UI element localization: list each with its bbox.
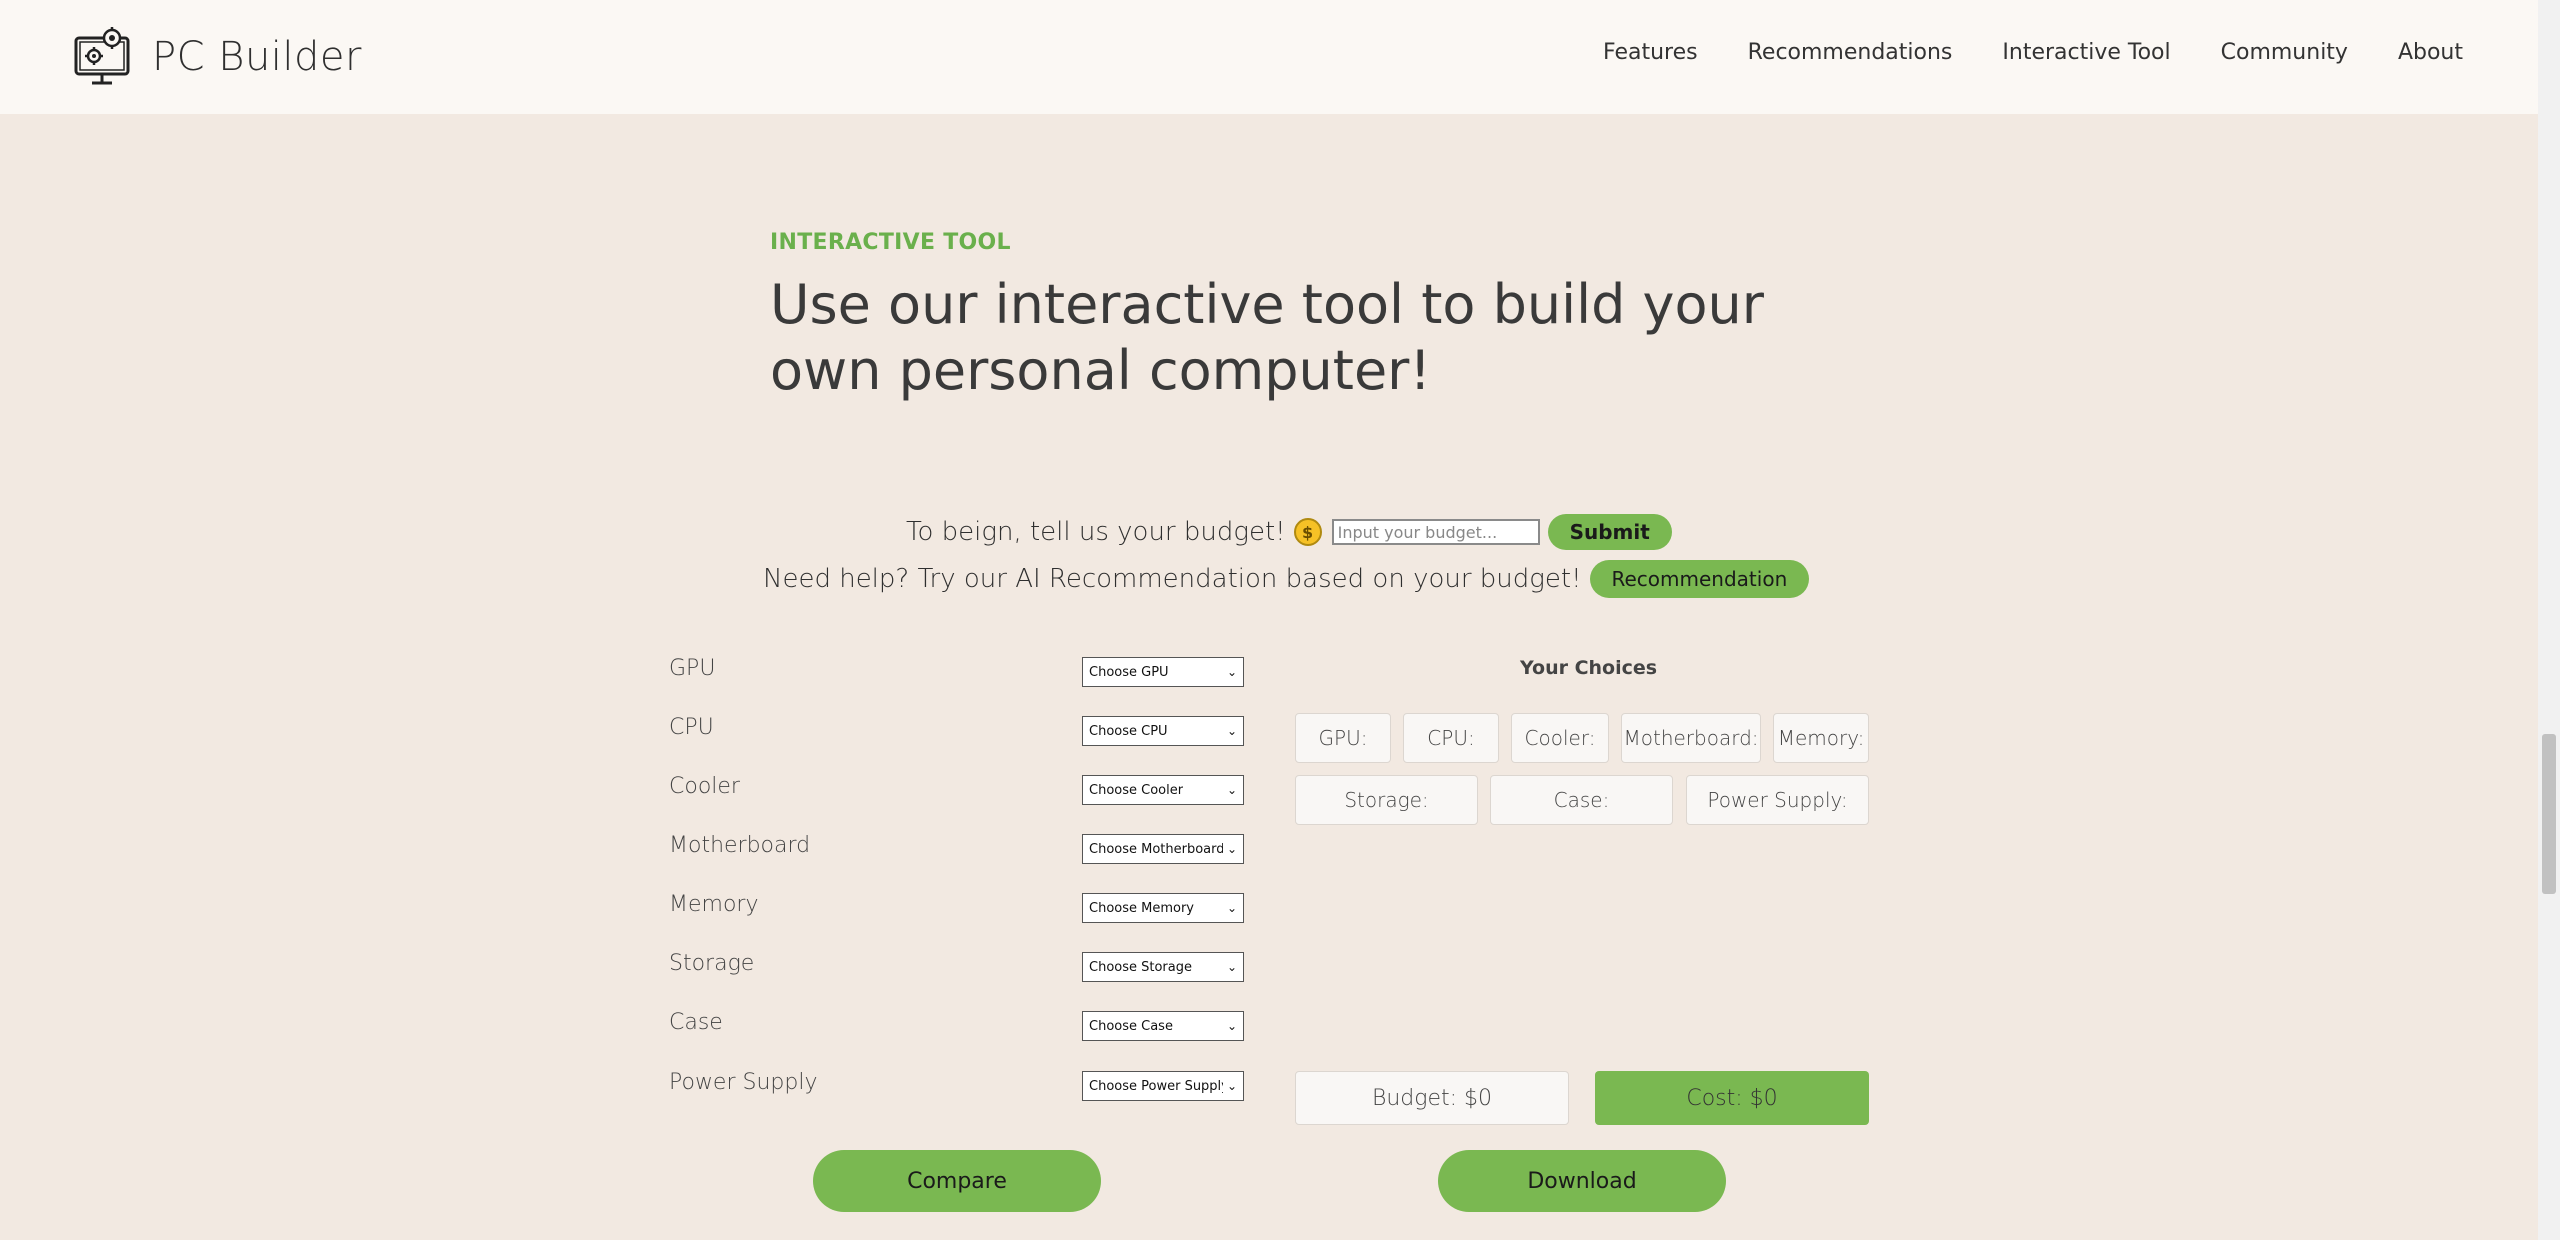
chevron-down-icon: ⌄ (1226, 1019, 1237, 1033)
download-button[interactable]: Download (1438, 1150, 1726, 1212)
gpu-select-value: Choose GPU (1089, 664, 1169, 680)
budget-prompt: To beign, tell us your budget! (906, 517, 1286, 547)
budget-total: Budget: $0 (1295, 1071, 1569, 1125)
section-heading: Use our interactive tool to build your o… (770, 273, 1764, 402)
section-eyebrow: INTERACTIVE TOOL (770, 230, 1011, 255)
component-label-gpu: GPU (669, 656, 716, 681)
nav-links: Features Recommendations Interactive Too… (1553, 40, 2463, 65)
choice-memory: Memory: (1773, 713, 1869, 763)
submit-button[interactable]: Submit (1547, 514, 1672, 550)
memory-select-value: Choose Memory (1089, 900, 1194, 916)
navbar: PC Builder Features Recommendations Inte… (0, 0, 2538, 114)
chevron-down-icon: ⌄ (1226, 960, 1237, 974)
chevron-down-icon: ⌄ (1226, 783, 1237, 797)
cpu-select[interactable]: Choose CPU ⌄ (1082, 716, 1244, 746)
case-select[interactable]: Choose Case ⌄ (1082, 1011, 1244, 1041)
component-label-cooler: Cooler (669, 774, 740, 799)
chevron-down-icon: ⌄ (1226, 665, 1237, 679)
component-label-power-supply: Power Supply (669, 1070, 818, 1095)
nav-link-interactive-tool[interactable]: Interactive Tool (2002, 40, 2170, 65)
choice-cpu: CPU: (1403, 713, 1499, 763)
choice-cooler: Cooler: (1511, 713, 1609, 763)
chevron-down-icon: ⌄ (1226, 901, 1237, 915)
brand[interactable]: PC Builder (72, 26, 362, 88)
help-row: Need help? Try our AI Recommendation bas… (763, 558, 1810, 600)
budget-row: To beign, tell us your budget! $ Submit (906, 512, 1672, 552)
choice-gpu: GPU: (1295, 713, 1391, 763)
choice-motherboard: Motherboard: (1621, 713, 1761, 763)
nav-link-features[interactable]: Features (1603, 40, 1698, 65)
scrollbar-track[interactable] (2538, 0, 2560, 1240)
nav-link-about[interactable]: About (2398, 40, 2463, 65)
component-label-storage: Storage (669, 951, 755, 976)
brand-name: PC Builder (152, 34, 362, 80)
component-label-cpu: CPU (669, 715, 714, 740)
nav-link-community[interactable]: Community (2221, 40, 2348, 65)
compare-button[interactable]: Compare (813, 1150, 1101, 1212)
choice-power-supply: Power Supply: (1686, 775, 1869, 825)
help-prompt: Need help? Try our AI Recommendation bas… (763, 564, 1582, 594)
chevron-down-icon: ⌄ (1226, 842, 1237, 856)
power-supply-select-value: Choose Power Supply (1089, 1078, 1223, 1094)
chevron-down-icon: ⌄ (1226, 724, 1237, 738)
storage-select[interactable]: Choose Storage ⌄ (1082, 952, 1244, 982)
scrollbar-thumb[interactable] (2542, 734, 2556, 894)
choice-storage: Storage: (1295, 775, 1478, 825)
case-select-value: Choose Case (1089, 1018, 1173, 1034)
money-bag-icon: $ (1293, 518, 1322, 546)
budget-input[interactable] (1331, 519, 1540, 545)
chevron-down-icon: ⌄ (1226, 1079, 1237, 1093)
choice-case: Case: (1490, 775, 1673, 825)
computer-gears-icon (74, 27, 130, 85)
power-supply-select[interactable]: Choose Power Supply ⌄ (1082, 1071, 1244, 1101)
storage-select-value: Choose Storage (1089, 959, 1192, 975)
your-choices-title: Your Choices (1520, 657, 1658, 679)
motherboard-select[interactable]: Choose Motherboard ⌄ (1082, 834, 1244, 864)
gpu-select[interactable]: Choose GPU ⌄ (1082, 657, 1244, 687)
cpu-select-value: Choose CPU (1089, 723, 1168, 739)
cost-total: Cost: $0 (1595, 1071, 1869, 1125)
motherboard-select-value: Choose Motherboard (1089, 841, 1223, 857)
memory-select[interactable]: Choose Memory ⌄ (1082, 893, 1244, 923)
component-label-memory: Memory (669, 892, 759, 917)
component-label-motherboard: Motherboard (669, 833, 811, 858)
component-label-case: Case (669, 1010, 723, 1035)
cooler-select[interactable]: Choose Cooler ⌄ (1082, 775, 1244, 805)
recommendation-button[interactable]: Recommendation (1589, 560, 1810, 598)
nav-link-recommendations[interactable]: Recommendations (1748, 40, 1953, 65)
cooler-select-value: Choose Cooler (1089, 782, 1184, 798)
